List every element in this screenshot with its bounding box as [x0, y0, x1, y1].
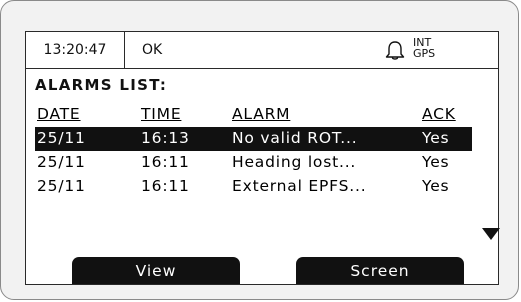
cell-time: 16:11: [141, 153, 190, 171]
table-row[interactable]: 25/11 16:11 External EPFS... Yes: [35, 175, 472, 199]
cell-date: 25/11: [37, 129, 86, 147]
scroll-down-triangle-icon: [482, 228, 500, 240]
cell-alarm: No valid ROT...: [232, 129, 358, 147]
bell-icon: [385, 41, 405, 60]
header-time: TIME: [141, 105, 182, 123]
lcd-screen: 13:20:47 OK INT GPS ALARMS LIST: DATE TI…: [25, 31, 500, 285]
position-source: INT GPS: [413, 37, 435, 59]
cell-date: 25/11: [37, 153, 86, 171]
alarms-table: DATE TIME ALARM ACK 25/11 16:13 No valid…: [35, 103, 472, 199]
view-softkey[interactable]: View: [72, 257, 240, 284]
status-bar: 13:20:47 OK INT GPS: [26, 32, 498, 69]
screen-softkey[interactable]: Screen: [296, 257, 464, 284]
cell-ack: Yes: [422, 177, 450, 195]
table-header: DATE TIME ALARM ACK: [35, 103, 472, 127]
header-alarm: ALARM: [232, 105, 291, 123]
table-row[interactable]: 25/11 16:13 No valid ROT... Yes: [35, 127, 472, 151]
table-row[interactable]: 25/11 16:11 Heading lost... Yes: [35, 151, 472, 175]
cell-time: 16:11: [141, 177, 190, 195]
header-date: DATE: [37, 105, 81, 123]
device-bezel: 13:20:47 OK INT GPS ALARMS LIST: DATE TI…: [0, 0, 519, 300]
cell-alarm: External EPFS...: [232, 177, 367, 195]
cell-time: 16:13: [141, 129, 190, 147]
clock-readout: 13:20:47: [26, 32, 125, 68]
header-ack: ACK: [422, 105, 456, 123]
cell-ack: Yes: [422, 153, 450, 171]
cell-alarm: Heading lost...: [232, 153, 357, 171]
alarms-list-title: ALARMS LIST:: [35, 76, 168, 94]
source-gps: GPS: [413, 47, 436, 60]
cell-ack: Yes: [422, 129, 450, 147]
cell-date: 25/11: [37, 177, 86, 195]
status-text: OK: [142, 42, 163, 58]
